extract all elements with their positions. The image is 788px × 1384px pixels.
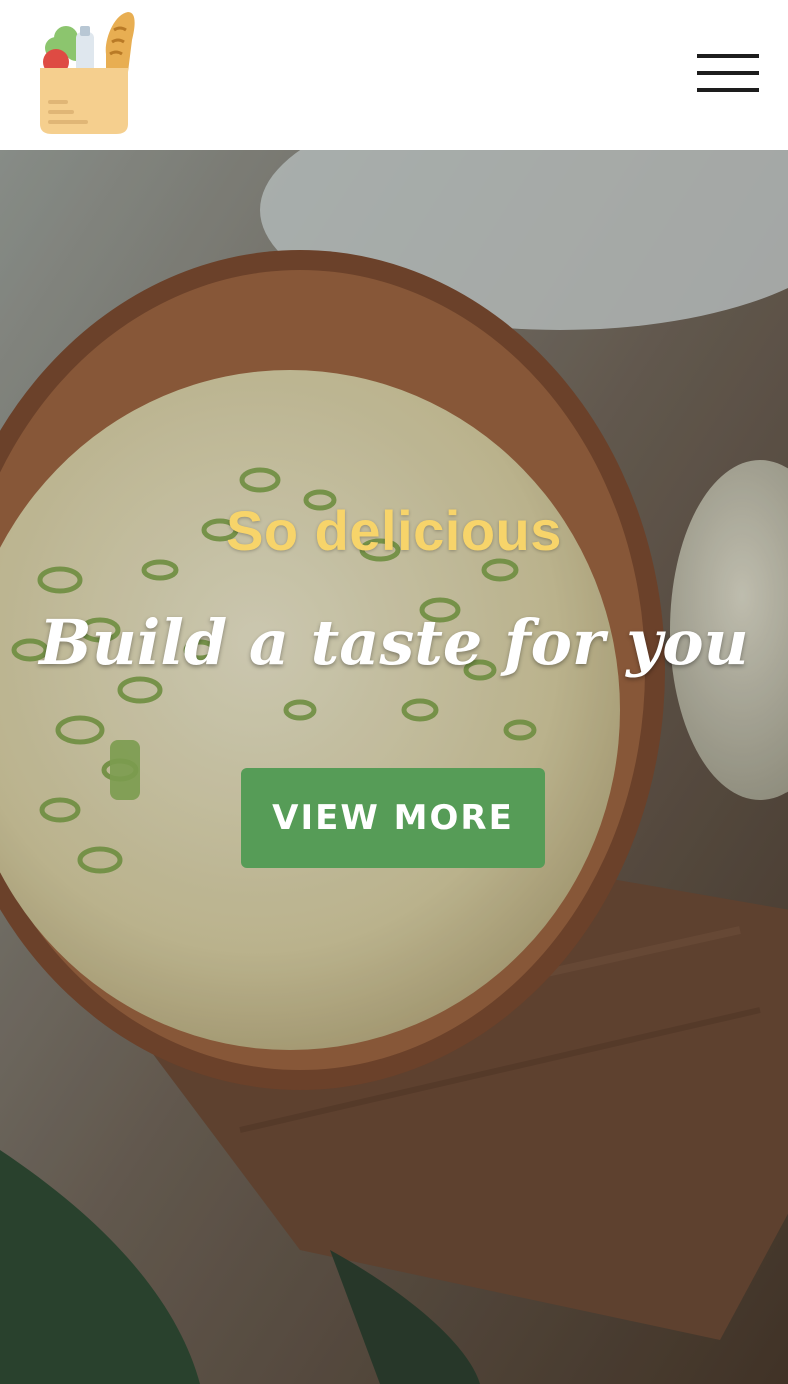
hero-title: Build a taste for you bbox=[39, 606, 749, 679]
menu-bar-middle bbox=[697, 71, 759, 75]
hero-banner: So delicious Build a taste for you VIEW … bbox=[0, 150, 788, 1384]
view-more-button[interactable]: VIEW MORE bbox=[241, 768, 545, 868]
hero-background-image bbox=[0, 150, 788, 1384]
site-header bbox=[0, 0, 788, 150]
grocery-bag-icon[interactable] bbox=[36, 10, 140, 138]
hamburger-menu-icon[interactable] bbox=[697, 54, 759, 92]
menu-bar-top bbox=[697, 54, 759, 58]
hero-kicker: So delicious bbox=[226, 499, 562, 562]
menu-bar-bottom bbox=[697, 88, 759, 92]
